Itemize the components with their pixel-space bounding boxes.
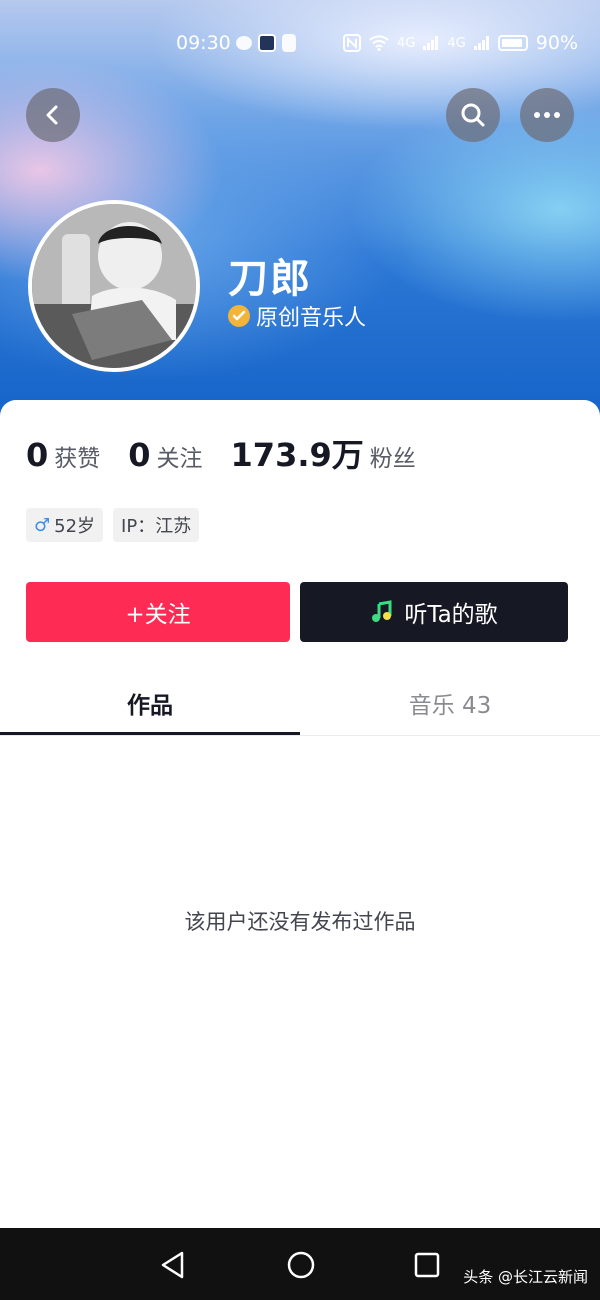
tab-music[interactable]: 音乐 43 [300,686,600,720]
nav-recents-button[interactable] [410,1248,444,1282]
likes-count: 0 [26,436,49,474]
circle-home-icon [287,1251,315,1279]
triangle-back-icon [161,1251,184,1279]
followers-label[interactable]: 粉丝 [370,439,416,473]
more-dots-icon [534,112,560,118]
ip-tag: IP：江苏 [113,508,200,542]
check-badge-icon [228,305,250,327]
watermark: 头条 @长江云新闻 [463,1268,588,1286]
music-note-icon [372,600,392,622]
profile-name: 刀郎 [228,256,312,302]
profile-tags: ♂ 52岁 IP：江苏 [26,508,200,542]
profile-card: 0 获赞 0 关注 173.9万 粉丝 ♂ 52岁 IP：江苏 +关注 听Ta的… [0,400,600,1228]
nav-back-button[interactable] [156,1248,190,1282]
listen-songs-button[interactable]: 听Ta的歌 [300,582,568,642]
signal-icon-2: 4G [447,35,466,51]
back-button[interactable] [26,88,80,142]
stats-row: 0 获赞 0 关注 173.9万 粉丝 [26,430,444,476]
empty-state-message: 该用户还没有发布过作品 [184,910,416,934]
content-tabs: 作品 音乐 43 [0,670,600,736]
battery-percent: 90% [535,32,578,54]
signal-bars-icon [423,36,439,50]
sim-icon [282,34,296,52]
verification-label: 原创音乐人 [256,306,367,331]
status-indicators: 4G 4G 90% [343,32,578,54]
search-button[interactable] [446,88,500,142]
followers-count: 173.9万 [230,436,364,474]
following-label[interactable]: 关注 [157,439,203,473]
tab-works[interactable]: 作品 [0,686,300,720]
search-icon [461,103,485,127]
signal-bars-icon-2 [473,36,489,50]
status-bar: 09:30 4G 4G 90% [0,28,600,60]
more-button[interactable] [520,88,574,142]
likes-label[interactable]: 获赞 [54,439,100,473]
listen-songs-label: 听Ta的歌 [404,602,498,628]
verification-row: 原创音乐人 [228,300,366,332]
ip-label: IP：江苏 [121,516,192,537]
nav-home-button[interactable] [284,1248,318,1282]
notification-icons [236,34,296,52]
signal-icon-1: 4G [397,35,416,51]
age-label: 52岁 [54,516,96,537]
male-icon: ♂ [34,514,51,536]
battery-icon [497,35,528,51]
age-tag: ♂ 52岁 [26,508,104,542]
wechat-icon [236,36,252,50]
avatar-photo [32,204,196,368]
system-nav-bar: 头条 @长江云新闻 [0,1228,600,1300]
follow-button[interactable]: +关注 [26,582,290,642]
square-recents-icon [414,1252,440,1278]
wifi-icon [369,35,389,51]
active-tab-indicator [0,732,300,735]
chevron-left-icon [46,105,58,125]
status-time: 09:30 [176,32,231,54]
nfc-icon [343,34,362,52]
avatar[interactable] [28,200,200,372]
app-notification-icon [258,34,276,52]
following-count: 0 [128,436,151,474]
